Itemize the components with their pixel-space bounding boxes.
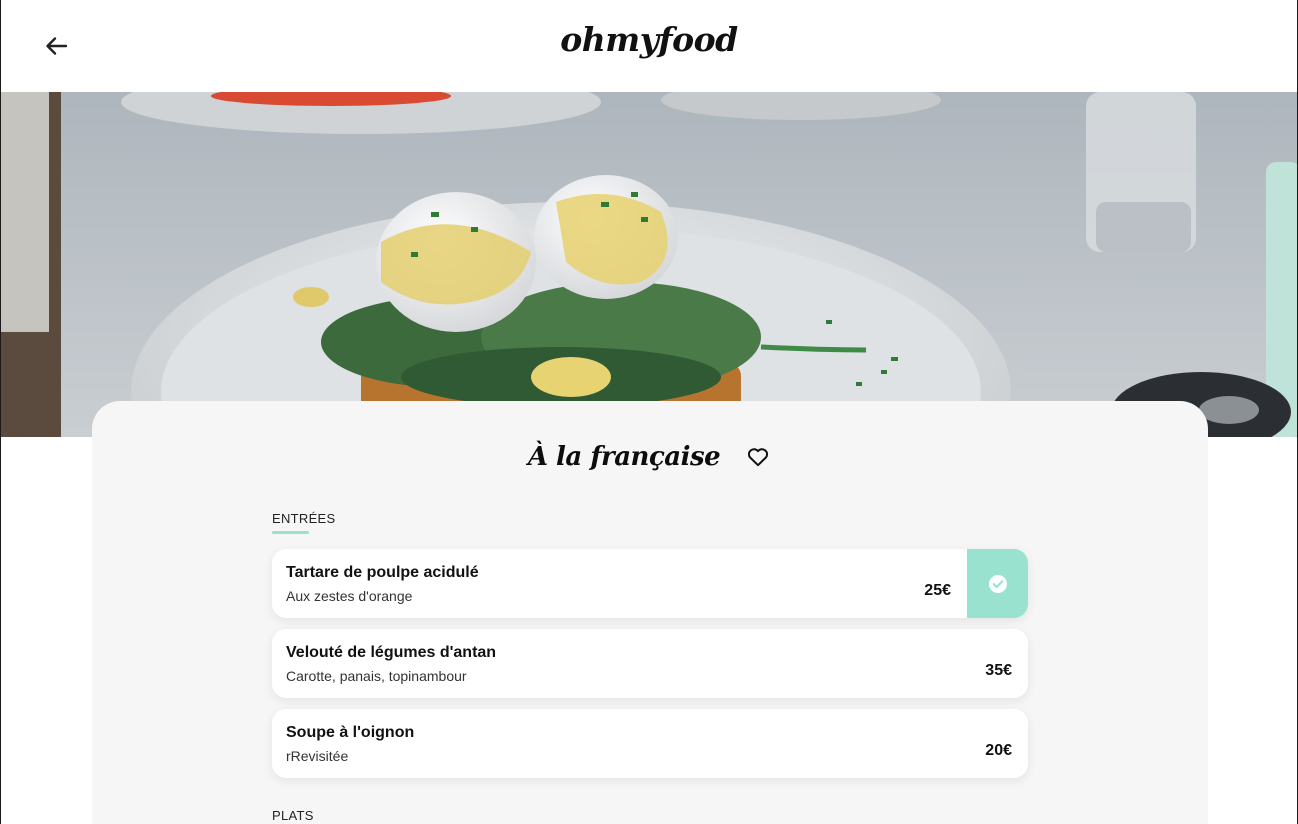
dish-name: Tartare de poulpe acidulé — [286, 564, 479, 581]
dish-card[interactable]: Soupe à l'oignon rRevisitée 20€ — [272, 709, 1028, 778]
dish-name: Soupe à l'oignon — [286, 724, 415, 741]
section-label-entrees: ENTRÉES — [272, 511, 336, 526]
dish-card[interactable]: Tartare de poulpe acidulé Aux zestes d'o… — [272, 549, 1028, 618]
dish-card[interactable]: Velouté de légumes d'antan Carotte, pana… — [272, 629, 1028, 698]
section-underline — [272, 531, 309, 534]
restaurant-title: À la française — [527, 442, 721, 472]
dish-selected-indicator[interactable] — [967, 549, 1028, 618]
header: ohmyfood — [1, 0, 1297, 92]
dish-name: Velouté de légumes d'antan — [286, 644, 497, 661]
dish-description: Aux zestes d'orange — [286, 588, 413, 604]
dish-price: 25€ — [924, 582, 951, 599]
dish-price: 35€ — [985, 662, 1012, 679]
favorite-button[interactable] — [746, 445, 770, 469]
dish-price: 20€ — [985, 742, 1012, 759]
check-circle-icon — [988, 574, 1007, 593]
restaurant-title-row: À la française — [1, 437, 1297, 477]
section-label-plats: PLATS — [272, 808, 314, 823]
dish-description: rRevisitée — [286, 748, 349, 764]
hero-image — [1, 92, 1297, 437]
logo[interactable]: ohmyfood — [1, 20, 1297, 59]
app-frame: ohmyfood À la française ENTRÉES Tartare … — [0, 0, 1298, 824]
dish-description: Carotte, panais, topinambour — [286, 668, 467, 684]
heart-outline-icon — [748, 448, 769, 467]
